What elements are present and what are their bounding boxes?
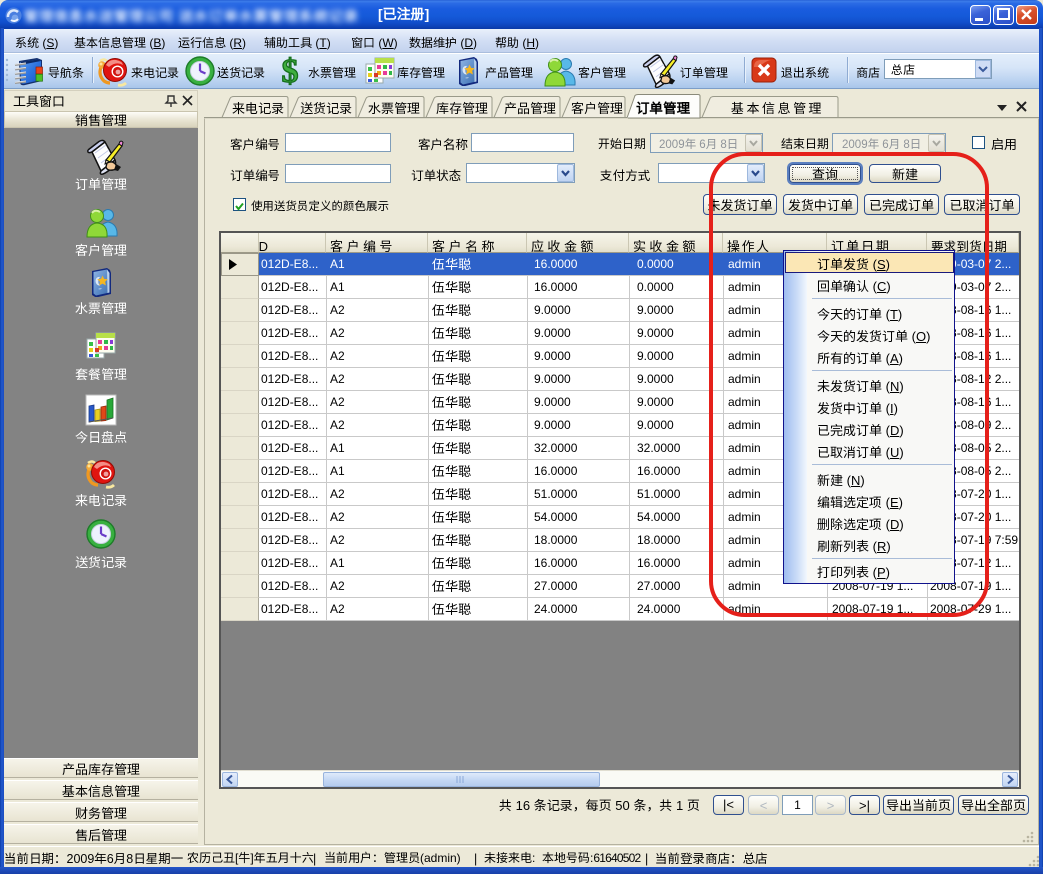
svg-text:$: $ [281,54,298,88]
